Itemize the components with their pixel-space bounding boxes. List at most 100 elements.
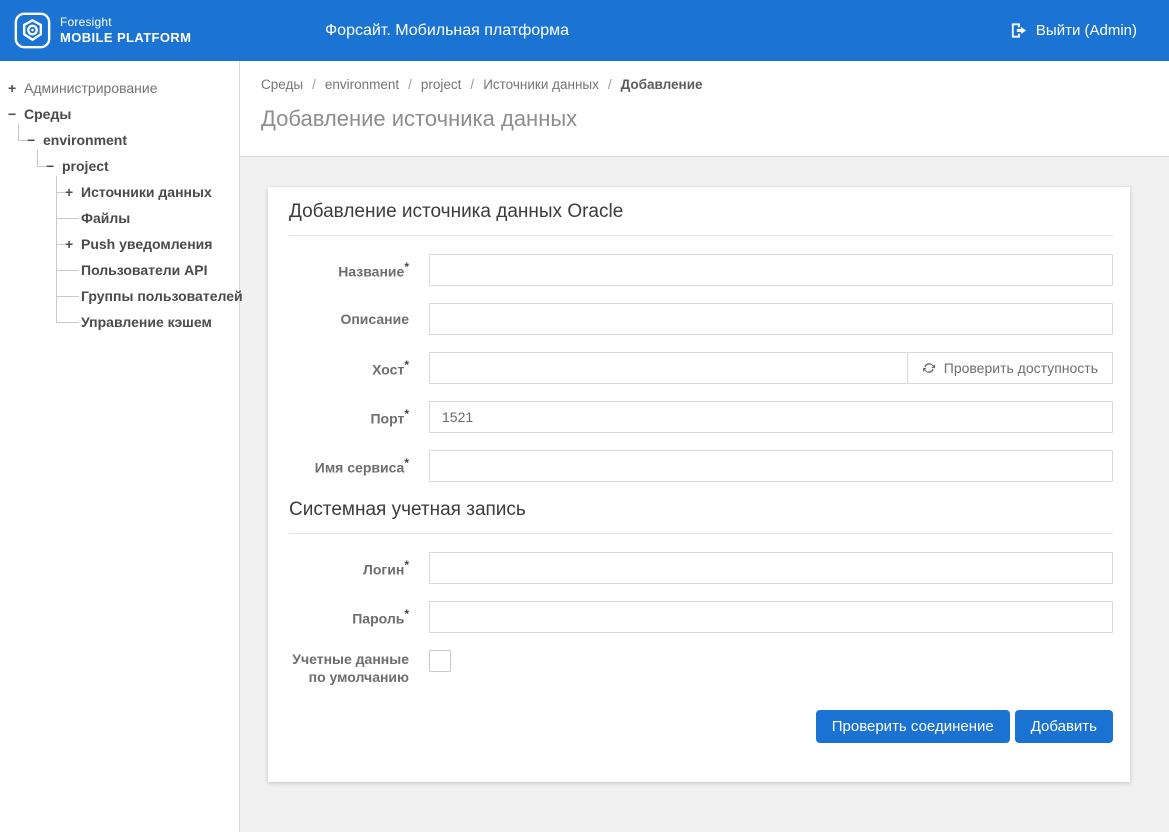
tree-label[interactable]: Администрирование [24, 80, 158, 96]
required-asterisk: * [404, 260, 409, 274]
form-row-default-credentials: Учетные данные по умолчанию [289, 650, 1113, 686]
section-title-system-account: Системная учетная запись [289, 499, 1113, 534]
login-label: Логин* [289, 558, 409, 579]
sign-out-icon [1010, 22, 1027, 39]
tree-item-api-users: Пользователи API [65, 257, 239, 283]
main-area: Среды / environment / project / Источник… [240, 61, 1169, 832]
required-asterisk: * [404, 558, 409, 572]
tree-label[interactable]: Группы пользователей [81, 288, 243, 304]
description-label: Описание [289, 310, 409, 328]
breadcrumb: Среды / environment / project / Источник… [261, 77, 1149, 92]
form-row-login: Логин* [289, 552, 1113, 584]
brand-line2: MOBILE PLATFORM [60, 30, 191, 46]
tree-label[interactable]: Файлы [81, 210, 130, 226]
foresight-logo-icon [14, 12, 51, 49]
add-button[interactable]: Добавить [1015, 710, 1113, 743]
tree-row-files[interactable]: Файлы [65, 205, 239, 231]
breadcrumb-separator: / [312, 77, 316, 92]
sidebar: + Администрирование − Среды − environmen… [0, 61, 240, 832]
breadcrumb-separator: / [608, 77, 612, 92]
logout-label: Выйти (Admin) [1036, 22, 1137, 39]
collapse-minus-icon[interactable]: − [8, 106, 24, 122]
section-title-oracle: Добавление источника данных Oracle [289, 201, 1113, 236]
tree-label[interactable]: Источники данных [81, 184, 212, 200]
brand-logo-block[interactable]: Foresight MOBILE PLATFORM [0, 12, 191, 49]
tree-row-api-users[interactable]: Пользователи API [65, 257, 239, 283]
tree-row-environments[interactable]: − Среды [8, 101, 239, 127]
check-availability-button[interactable]: Проверить доступность [907, 352, 1113, 384]
host-label: Хост* [289, 358, 409, 379]
form-row-host: Хост* Проверить доступность [289, 352, 1113, 384]
tree-label[interactable]: Среды [24, 106, 71, 122]
name-input[interactable] [429, 254, 1113, 286]
tree-item-push-notifications: + Push уведомления [65, 231, 239, 257]
tree-row-user-groups[interactable]: Группы пользователей [65, 283, 239, 309]
tree-row-cache-management[interactable]: Управление кэшем [65, 309, 239, 335]
logout-button[interactable]: Выйти (Admin) [1010, 0, 1137, 61]
port-label: Порт* [289, 407, 409, 428]
page-title: Добавление источника данных [261, 106, 1149, 132]
tree-item-environments: − Среды − environment − pr [8, 101, 239, 335]
tree-item-administration: + Администрирование [8, 75, 239, 101]
tree-label[interactable]: Push уведомления [81, 236, 212, 252]
tree-row-data-sources[interactable]: + Источники данных [65, 179, 239, 205]
host-input[interactable] [429, 352, 907, 384]
content-area: Добавление источника данных Oracle Назва… [240, 157, 1169, 832]
password-input[interactable] [429, 601, 1113, 633]
tree-row-administration[interactable]: + Администрирование [8, 75, 239, 101]
tree-label[interactable]: Пользователи API [81, 262, 208, 278]
tree-label[interactable]: Управление кэшем [81, 314, 212, 330]
check-availability-label: Проверить доступность [944, 360, 1098, 376]
breadcrumb-current: Добавление [621, 77, 703, 92]
expand-plus-icon[interactable]: + [65, 236, 81, 252]
service-name-label: Имя сервиса* [289, 456, 409, 477]
tree-item-user-groups: Группы пользователей [65, 283, 239, 309]
brand-line1: Foresight [60, 15, 191, 30]
page-header: Среды / environment / project / Источник… [240, 61, 1169, 157]
breadcrumb-item[interactable]: project [421, 77, 462, 92]
refresh-icon [922, 361, 936, 375]
required-asterisk: * [404, 607, 409, 621]
tree-row-project[interactable]: − project [46, 153, 239, 179]
form-row-port: Порт* [289, 401, 1113, 433]
breadcrumb-item[interactable]: Среды [261, 77, 303, 92]
port-input[interactable] [429, 401, 1113, 433]
breadcrumb-item[interactable]: environment [325, 77, 399, 92]
tree-item-environment: − environment − project [27, 127, 239, 335]
expand-plus-icon[interactable]: + [8, 80, 24, 96]
tree-row-push-notifications[interactable]: + Push уведомления [65, 231, 239, 257]
collapse-minus-icon[interactable]: − [27, 132, 43, 148]
expand-plus-icon[interactable]: + [65, 184, 81, 200]
form-actions: Проверить соединение Добавить [289, 710, 1113, 743]
form-row-password: Пароль* [289, 601, 1113, 633]
brand-text: Foresight MOBILE PLATFORM [60, 15, 191, 46]
required-asterisk: * [404, 456, 409, 470]
tree-item-cache-management: Управление кэшем [65, 309, 239, 335]
default-credentials-label: Учетные данные по умолчанию [289, 650, 409, 686]
tree-item-data-sources: + Источники данных [65, 179, 239, 205]
description-input[interactable] [429, 303, 1113, 335]
tree-label[interactable]: environment [43, 132, 127, 148]
collapse-minus-icon[interactable]: − [46, 158, 62, 174]
required-asterisk: * [404, 358, 409, 372]
form-card: Добавление источника данных Oracle Назва… [268, 187, 1130, 782]
password-label: Пароль* [289, 607, 409, 628]
login-input[interactable] [429, 552, 1113, 584]
breadcrumb-separator: / [408, 77, 412, 92]
tree-item-files: Файлы [65, 205, 239, 231]
app-header: Foresight MOBILE PLATFORM Форсайт. Мобил… [0, 0, 1169, 61]
nav-tree: + Администрирование − Среды − environmen… [8, 75, 239, 335]
form-row-name: Название* [289, 254, 1113, 286]
service-name-input[interactable] [429, 450, 1113, 482]
breadcrumb-item[interactable]: Источники данных [483, 77, 599, 92]
form-row-description: Описание [289, 303, 1113, 335]
tree-label[interactable]: project [62, 158, 109, 174]
name-label: Название* [289, 260, 409, 281]
test-connection-button[interactable]: Проверить соединение [816, 710, 1010, 743]
tree-item-project: − project + Источники данных [46, 153, 239, 335]
tree-row-environment[interactable]: − environment [27, 127, 239, 153]
default-credentials-checkbox[interactable] [429, 650, 451, 672]
required-asterisk: * [404, 407, 409, 421]
form-row-service-name: Имя сервиса* [289, 450, 1113, 482]
app-title: Форсайт. Мобильная платформа [325, 0, 569, 61]
